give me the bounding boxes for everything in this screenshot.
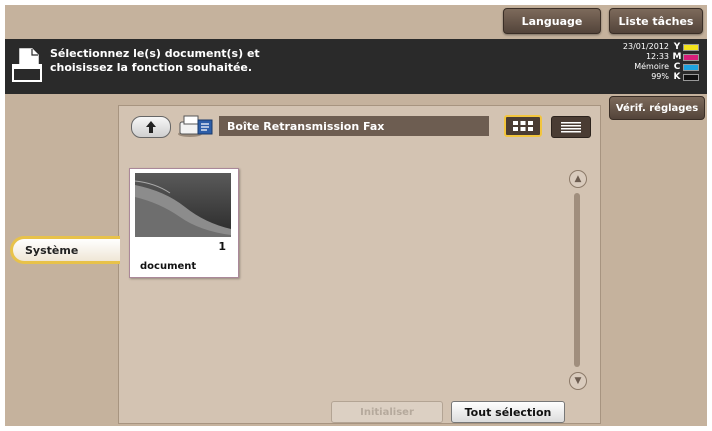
memory-value: 99% xyxy=(651,72,669,81)
tab-systeme[interactable]: Système xyxy=(10,236,120,264)
list-view-icon xyxy=(561,122,581,133)
toner-letter: Y xyxy=(673,42,681,52)
toner-bar xyxy=(683,43,699,51)
chevron-up-icon: ▲ xyxy=(574,174,582,184)
instruction-line-2: choisissez la fonction souhaitée. xyxy=(50,61,253,74)
fax-box-icon xyxy=(178,115,213,137)
instruction-message: Sélectionnez le(s) document(s) et choisi… xyxy=(50,47,260,75)
select-all-button[interactable]: Tout sélection xyxy=(451,401,565,423)
toner-bar xyxy=(683,73,699,81)
scrollbar-track[interactable] xyxy=(574,193,580,367)
toner-bar xyxy=(683,53,699,61)
instruction-line-1: Sélectionnez le(s) document(s) et xyxy=(50,47,260,60)
grid-view-icon xyxy=(513,121,533,131)
toner-row-c: C xyxy=(671,62,705,72)
task-list-button[interactable]: Liste tâches xyxy=(609,8,703,34)
document-thumbnail xyxy=(135,173,231,237)
arrow-up-icon xyxy=(146,121,156,133)
check-settings-button[interactable]: Vérif. réglages xyxy=(609,96,705,120)
toner-row-m: M xyxy=(671,52,705,62)
up-level-button[interactable] xyxy=(131,116,171,138)
reset-button[interactable]: Initialiser xyxy=(331,401,443,423)
status-info: 23/01/2012 12:33 Mémoire 99% xyxy=(623,42,669,82)
scroll-down-button[interactable]: ▼ xyxy=(569,372,587,390)
box-title: Boîte Retransmission Fax xyxy=(219,116,489,136)
toner-row-k: K xyxy=(671,72,705,82)
thumbnail-view-button[interactable] xyxy=(504,115,542,137)
scroll-up-button[interactable]: ▲ xyxy=(569,170,587,188)
toner-letter: K xyxy=(673,72,681,82)
toner-levels: Y M C K xyxy=(671,42,705,82)
memory-label: Mémoire xyxy=(634,62,669,71)
document-name: document xyxy=(140,261,197,272)
document-box-icon xyxy=(12,48,42,82)
touch-screen: Language Liste tâches Sélectionnez le(s)… xyxy=(5,5,707,426)
language-button[interactable]: Language xyxy=(503,8,601,34)
document-item[interactable]: 1 document xyxy=(129,168,239,278)
list-view-button[interactable] xyxy=(551,116,591,138)
status-date: 23/01/2012 xyxy=(622,42,669,51)
toner-letter: M xyxy=(672,52,682,62)
document-page-count: 1 xyxy=(218,240,226,253)
box-panel: Boîte Retransmission Fax 1 document ▲ ▼ … xyxy=(118,105,601,424)
status-time: 12:33 xyxy=(645,52,669,61)
message-bar: Sélectionnez le(s) document(s) et choisi… xyxy=(5,39,707,94)
chevron-down-icon: ▼ xyxy=(574,376,582,386)
toner-row-y: Y xyxy=(671,42,705,52)
toner-bar xyxy=(683,63,699,71)
toner-letter: C xyxy=(673,62,681,72)
